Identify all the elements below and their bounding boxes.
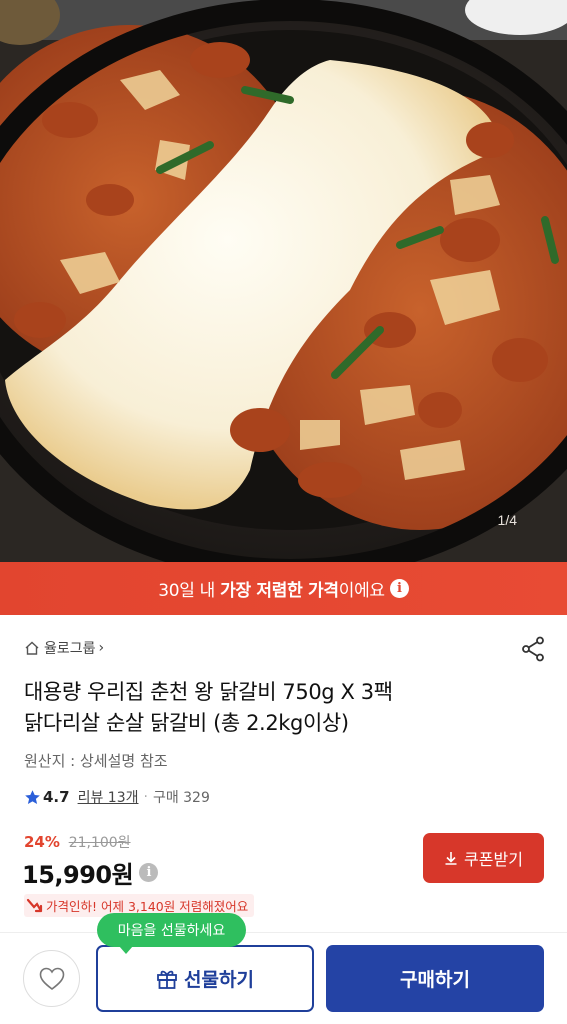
star-icon	[25, 789, 40, 804]
brand-link[interactable]: 율로그룹 ›	[24, 638, 104, 658]
product-title-line1: 대용량 우리집 춘천 왕 닭갈비 750g X 3팩	[24, 680, 393, 704]
rating-score: 4.7	[43, 788, 70, 806]
info-icon[interactable]: i	[389, 579, 409, 598]
brand-name: 율로그룹	[44, 641, 96, 657]
wishlist-button[interactable]	[23, 950, 80, 1007]
rating-row: 4.7 리뷰 13개 · 구매 329	[24, 787, 210, 807]
buy-label: 구매하기	[400, 969, 470, 991]
discount-percent: 24%	[24, 833, 60, 851]
purchase-count: 구매 329	[152, 790, 210, 806]
promo-suffix: 이에요	[338, 581, 385, 601]
dakgalbi-photo	[0, 0, 567, 562]
buy-button[interactable]: 구매하기	[326, 945, 544, 1012]
price-info-icon[interactable]: i	[139, 863, 159, 882]
review-link[interactable]: 리뷰 13개	[78, 787, 139, 807]
original-price: 21,100원	[68, 835, 131, 851]
download-icon	[445, 852, 457, 865]
gift-button[interactable]: 선물하기	[96, 945, 314, 1012]
gift-tooltip: 마음을 선물하세요	[97, 913, 246, 954]
heart-icon	[39, 967, 64, 990]
product-title: 대용량 우리집 춘천 왕 닭갈비 750g X 3팩 닭다리살 순살 닭갈비 (…	[24, 677, 544, 739]
separator-dot: ·	[143, 789, 148, 805]
product-image[interactable]: 1/4	[0, 0, 567, 562]
divider	[0, 932, 567, 933]
coupon-button[interactable]: 쿠폰받기	[423, 833, 544, 883]
sale-price-row: 15,990원 i	[22, 855, 159, 890]
price-drop-icon	[26, 898, 43, 912]
gift-icon	[157, 970, 177, 989]
lowest-price-banner[interactable]: 30일 내 가장 저렴한 가격 이에요 i	[0, 562, 567, 615]
promo-highlight: 가장 저렴한 가격	[220, 581, 339, 601]
discount-row: 24% 21,100원	[24, 832, 131, 852]
home-icon	[25, 641, 39, 655]
image-counter: 1/4	[497, 512, 517, 528]
sale-price: 15,990원	[22, 861, 134, 889]
origin-info: 원산지 : 상세설명 참조	[24, 752, 168, 770]
product-title-line2: 닭다리살 순살 닭갈비 (총 2.2kg이상)	[24, 711, 349, 735]
gift-label: 선물하기	[184, 969, 254, 991]
coupon-label: 쿠폰받기	[464, 850, 523, 869]
chevron-right-icon: ›	[98, 640, 105, 656]
promo-prefix: 30일 내	[158, 581, 221, 601]
share-icon[interactable]	[521, 636, 545, 662]
